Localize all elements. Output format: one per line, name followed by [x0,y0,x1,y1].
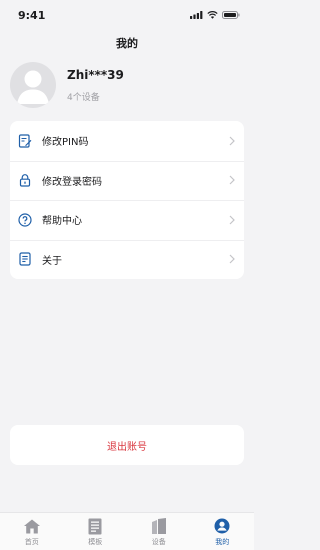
device-count: 4个设备 [67,92,100,103]
profile-section[interactable]: Zhi***39 4个设备 [10,60,244,110]
device-icon [150,517,168,535]
chevron-right-icon [228,175,236,185]
tab-label: 设备 [151,538,166,546]
chevron-right-icon [228,215,236,225]
username: Zhi***39 [67,67,124,82]
tab-label: 我的 [215,538,230,546]
status-time: 9:41 [18,8,46,22]
page-title: 我的 [116,37,138,50]
status-icons [190,11,240,19]
template-icon [86,517,104,535]
menu-item-label: 修改PIN码 [42,137,89,149]
menu-item-help-center[interactable]: 帮助中心 [10,200,244,240]
tab-home[interactable]: 首页 [0,513,64,550]
signal-icon [190,11,203,19]
tab-devices[interactable]: 设备 [127,513,191,550]
logout-button[interactable]: 退出账号 [10,425,244,465]
chevron-right-icon [228,136,236,146]
menu-item-change-password[interactable]: 修改登录密码 [10,160,244,201]
battery-icon [222,11,240,19]
edit-document-icon [18,134,32,148]
menu-item-change-pin[interactable]: 修改PIN码 [10,121,244,161]
help-icon [18,213,32,227]
tab-profile[interactable]: 我的 [191,513,255,550]
settings-menu: 修改PIN码 修改登录密码 帮助中心 关于 [10,121,244,279]
status-bar: 9:41 [0,0,254,30]
menu-item-label: 修改登录密码 [42,176,102,188]
tab-bar: 首页 模板 设备 我的 [0,512,254,550]
home-icon [23,517,41,535]
tab-label: 首页 [24,538,39,546]
profile-icon [213,517,231,535]
menu-item-about[interactable]: 关于 [10,239,244,280]
tab-templates[interactable]: 模板 [64,513,128,550]
menu-item-label: 关于 [42,255,62,267]
wifi-icon [207,11,218,19]
chevron-right-icon [228,254,236,264]
info-document-icon [18,252,32,266]
default-avatar-icon [17,70,49,104]
menu-item-label: 帮助中心 [42,216,82,228]
tab-label: 模板 [88,538,103,546]
avatar[interactable] [10,62,56,108]
lock-icon [18,173,32,187]
